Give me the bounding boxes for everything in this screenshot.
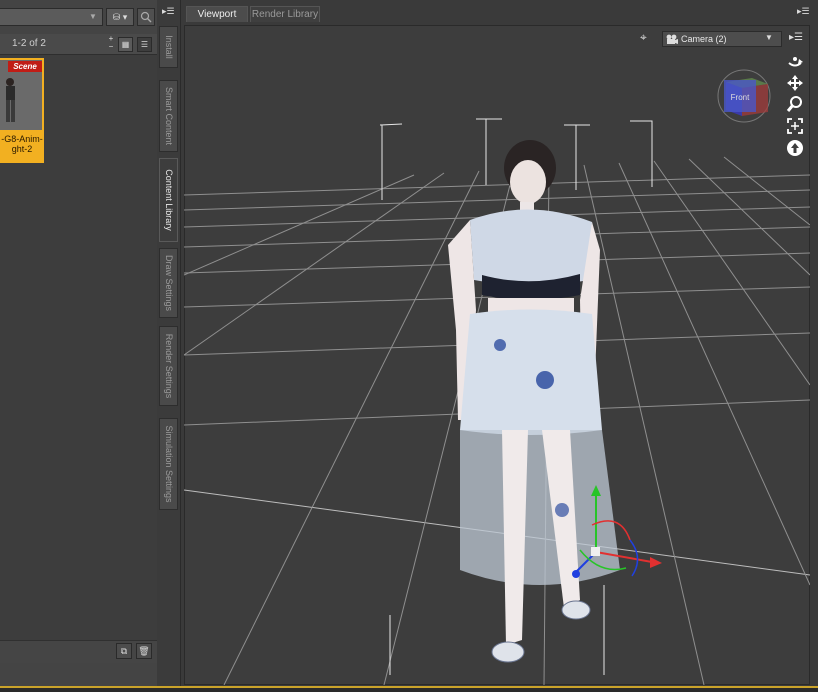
transform-gizmo[interactable] bbox=[560, 480, 670, 580]
tab-render-settings[interactable]: Render Settings bbox=[159, 326, 178, 406]
pan-icon[interactable] bbox=[786, 74, 804, 92]
up-arrow-icon[interactable] bbox=[786, 139, 804, 157]
status-bar bbox=[0, 686, 818, 692]
copy-icon[interactable]: ⧉ bbox=[116, 643, 132, 659]
content-item-label: -G8-Anim- ght-2 bbox=[1, 134, 43, 154]
orbit-icon[interactable] bbox=[786, 52, 804, 70]
trash-icon[interactable]: 🗑 bbox=[136, 643, 152, 659]
camera-icon bbox=[666, 34, 678, 44]
database-icon: ⛁ ▾ bbox=[112, 12, 128, 22]
frame-icon[interactable] bbox=[786, 117, 804, 135]
character-figure[interactable] bbox=[430, 130, 670, 680]
content-pane-footer bbox=[0, 640, 157, 663]
panel-menu-icon[interactable]: ▸☰ bbox=[797, 6, 811, 17]
grid-view-icon[interactable]: ▦ bbox=[118, 37, 133, 52]
tab-install[interactable]: Install bbox=[159, 26, 178, 68]
tab-simulation-settings[interactable]: Simulation Settings bbox=[159, 418, 178, 510]
chevron-down-icon[interactable]: ▼ bbox=[765, 33, 773, 42]
tab-smart-content[interactable]: Smart Content bbox=[159, 80, 178, 152]
camera-select[interactable]: Camera (2) bbox=[662, 31, 782, 47]
panel-menu-icon[interactable]: ▸☰ bbox=[162, 6, 176, 16]
view-cube[interactable]: Front bbox=[716, 66, 772, 124]
zoom-icon[interactable] bbox=[786, 95, 804, 113]
database-button[interactable]: ⛁ ▾ bbox=[106, 8, 134, 26]
pin-icon[interactable]: ⌖ bbox=[640, 30, 658, 48]
list-view-icon[interactable]: ☰ bbox=[137, 37, 152, 52]
tab-viewport[interactable]: Viewport bbox=[186, 6, 248, 22]
tab-draw-settings[interactable]: Draw Settings bbox=[159, 248, 178, 318]
tab-render-library[interactable]: Render Library bbox=[250, 6, 320, 22]
page-count: 1-2 of 2 bbox=[12, 38, 46, 49]
scene-badge: Scene bbox=[8, 61, 42, 72]
view-cube-face-label: Front bbox=[731, 93, 750, 102]
page-stepper[interactable]: + − bbox=[106, 35, 116, 53]
tab-content-library[interactable]: Content Library bbox=[159, 158, 178, 242]
search-icon[interactable] bbox=[137, 8, 155, 26]
panel-menu-icon[interactable]: ▸☰ bbox=[789, 32, 803, 43]
search-dropdown-icon[interactable]: ▼ bbox=[86, 10, 100, 24]
